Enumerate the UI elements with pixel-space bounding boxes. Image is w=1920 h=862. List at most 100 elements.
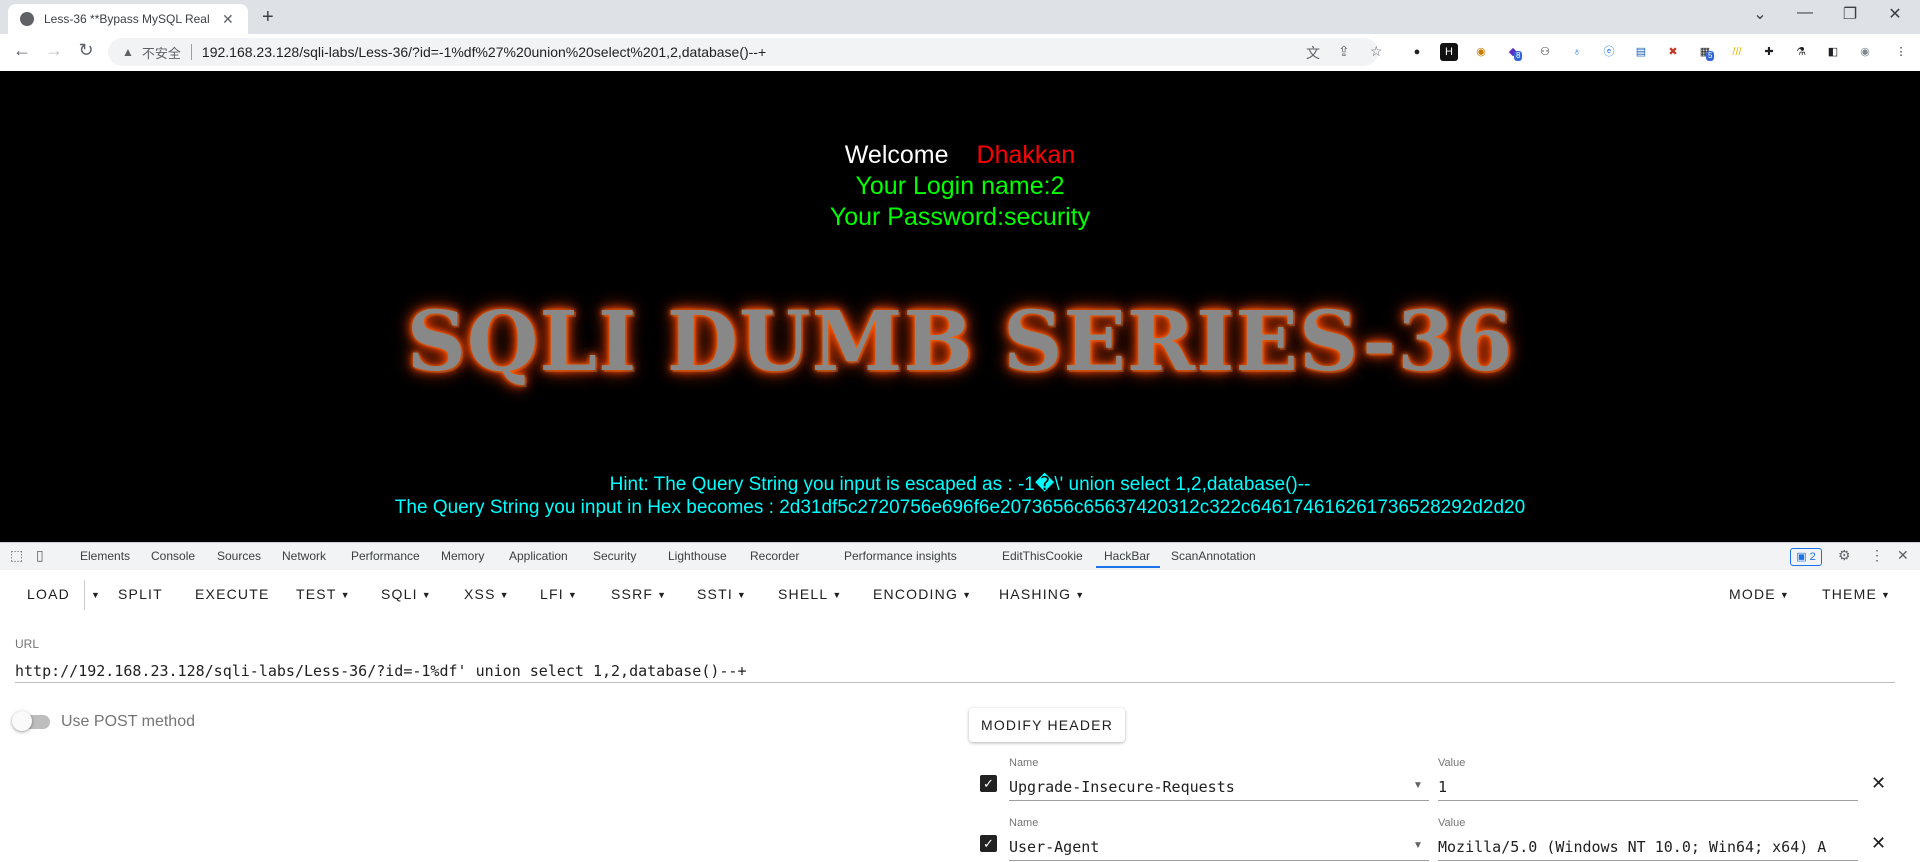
side-panel-icon[interactable]: ◧: [1824, 43, 1842, 61]
post-method-label: Use POST method: [61, 713, 195, 730]
active-tab-indicator: [1096, 566, 1160, 568]
tab-elements[interactable]: Elements: [80, 549, 130, 563]
header-name-field[interactable]: Upgrade-Insecure-Requests: [1009, 778, 1429, 801]
extension-link-icon[interactable]: ⚇: [1536, 43, 1554, 61]
tab-console[interactable]: Console: [151, 549, 195, 563]
header-name-label: Name: [1009, 817, 1039, 829]
new-tab-button[interactable]: +: [262, 6, 274, 29]
settings-gear-icon[interactable]: ⚙: [1838, 547, 1851, 564]
close-tab-icon[interactable]: ✕: [222, 11, 234, 28]
tab-editthiscookie[interactable]: EditThisCookie: [1002, 549, 1083, 563]
tab-sources[interactable]: Sources: [217, 549, 261, 563]
extensions-puzzle-icon[interactable]: ✚: [1760, 43, 1778, 61]
address-separator: [190, 44, 192, 60]
extension-chart-icon[interactable]: ▤: [1632, 43, 1650, 61]
address-bar[interactable]: ▲ 不安全 192.168.23.128/sqli-labs/Less-36/?…: [108, 38, 1378, 66]
tab-title: Less-36 **Bypass MySQL Real: [44, 12, 210, 26]
test-label: TEST: [296, 586, 337, 602]
translate-icon[interactable]: 文: [1306, 43, 1320, 63]
tab-performance-insights[interactable]: Performance insights: [844, 549, 957, 563]
extension-e-icon[interactable]: ⓔ: [1600, 43, 1618, 61]
execute-button[interactable]: EXECUTE: [195, 586, 270, 602]
chevron-down-icon: ▼: [1881, 590, 1892, 601]
inspect-element-icon[interactable]: ⬚: [10, 547, 23, 564]
tab-security[interactable]: Security: [593, 549, 636, 563]
sqli-menu[interactable]: SQLI ▼: [381, 586, 432, 602]
header-value-field[interactable]: Mozilla/5.0 (Windows NT 10.0; Win64; x64…: [1438, 838, 1858, 861]
modify-header-button[interactable]: MODIFY HEADER: [969, 708, 1125, 742]
extension-x-icon[interactable]: ✖: [1664, 43, 1682, 61]
browser-menu-icon[interactable]: ⋮: [1892, 43, 1910, 61]
header-enabled-checkbox[interactable]: ✓: [980, 775, 997, 792]
password-text: Your Password:security: [829, 203, 1091, 231]
chevron-down-icon: ▼: [499, 590, 510, 601]
profile-avatar-icon[interactable]: ◉: [1856, 43, 1874, 61]
test-menu[interactable]: TEST ▼: [296, 586, 351, 602]
ssti-menu[interactable]: SSTI ▼: [697, 586, 747, 602]
ssti-label: SSTI: [697, 586, 733, 602]
theme-label: THEME: [1822, 586, 1877, 602]
reload-button[interactable]: ↻: [74, 40, 98, 61]
shell-menu[interactable]: SHELL ▼: [778, 586, 842, 602]
restore-button[interactable]: ❐: [1830, 4, 1870, 24]
extension-cube-icon[interactable]: ◆ 8: [1504, 43, 1523, 61]
address-url[interactable]: 192.168.23.128/sqli-labs/Less-36/?id=-1%…: [202, 44, 766, 60]
issues-badge[interactable]: ▣ 2: [1790, 548, 1822, 566]
extension-circle-icon[interactable]: ●: [1408, 43, 1426, 61]
tab-performance[interactable]: Performance: [351, 549, 420, 563]
tab-application[interactable]: Application: [509, 549, 568, 563]
tab-hackbar[interactable]: HackBar: [1104, 549, 1150, 563]
hashing-menu[interactable]: HASHING ▼: [999, 586, 1085, 602]
tab-lighthouse[interactable]: Lighthouse: [668, 549, 727, 563]
tab-recorder[interactable]: Recorder: [750, 549, 799, 563]
close-window-button[interactable]: ✕: [1875, 4, 1915, 24]
url-input[interactable]: [15, 660, 1895, 683]
tab-network[interactable]: Network: [282, 549, 326, 563]
load-button[interactable]: LOAD: [27, 586, 70, 602]
extension-h-icon[interactable]: H: [1440, 43, 1458, 61]
extension-stripes-icon[interactable]: ///: [1728, 43, 1746, 61]
encoding-menu[interactable]: ENCODING ▼: [873, 586, 972, 602]
header-name-field[interactable]: User-Agent: [1009, 838, 1429, 861]
header-value-field[interactable]: 1: [1438, 778, 1858, 801]
load-dropdown-icon[interactable]: ▼: [87, 586, 101, 602]
cookie-icon[interactable]: ◉: [1472, 43, 1490, 61]
chevron-down-icon: ▼: [1075, 590, 1086, 601]
extension-scan-icon[interactable]: ▦ 5: [1696, 43, 1715, 61]
share-icon[interactable]: ⇪: [1338, 43, 1350, 60]
theme-menu[interactable]: THEME ▼: [1822, 586, 1891, 602]
header-name-dropdown-icon[interactable]: ▼: [1413, 840, 1423, 851]
split-button[interactable]: SPLIT: [118, 586, 163, 602]
chevron-down-icon: ▼: [1779, 590, 1790, 601]
mode-menu[interactable]: MODE ▼: [1729, 586, 1790, 602]
minimize-button[interactable]: —: [1785, 4, 1825, 22]
insecure-label[interactable]: 不安全: [142, 43, 181, 62]
devtools-menu-icon[interactable]: ⋮: [1870, 547, 1884, 564]
browser-tab[interactable]: Less-36 **Bypass MySQL Real ✕: [8, 4, 248, 34]
lab-flask-icon[interactable]: ⚗: [1792, 43, 1810, 61]
tab-scanannotation[interactable]: ScanAnnotation: [1171, 549, 1256, 563]
ssrf-menu[interactable]: SSRF ▼: [611, 586, 667, 602]
back-button[interactable]: ←: [10, 40, 34, 61]
remove-header-icon[interactable]: ✕: [1871, 833, 1886, 854]
login-name-text: Your Login name:2: [855, 172, 1065, 200]
tab-search-icon[interactable]: ⌄: [1740, 4, 1780, 24]
warning-icon[interactable]: ▲: [122, 45, 134, 59]
header-name-dropdown-icon[interactable]: ▼: [1413, 780, 1423, 791]
extension-pin-icon[interactable]: ♁: [1568, 43, 1586, 61]
remove-header-icon[interactable]: ✕: [1871, 773, 1886, 794]
issues-count: 2: [1809, 551, 1816, 563]
close-devtools-icon[interactable]: ✕: [1897, 547, 1909, 564]
globe-icon: [20, 12, 34, 26]
header-enabled-checkbox[interactable]: ✓: [980, 835, 997, 852]
chevron-down-icon: ▼: [421, 590, 432, 601]
forward-button[interactable]: →: [42, 40, 66, 61]
header-value-label: Value: [1438, 817, 1466, 829]
mode-label: MODE: [1729, 586, 1776, 602]
bookmark-star-icon[interactable]: ☆: [1370, 43, 1383, 60]
post-method-toggle-knob[interactable]: [12, 711, 32, 731]
tab-memory[interactable]: Memory: [441, 549, 484, 563]
lfi-menu[interactable]: LFI ▼: [540, 586, 578, 602]
xss-menu[interactable]: XSS ▼: [464, 586, 510, 602]
device-toolbar-icon[interactable]: ▯: [36, 547, 44, 564]
